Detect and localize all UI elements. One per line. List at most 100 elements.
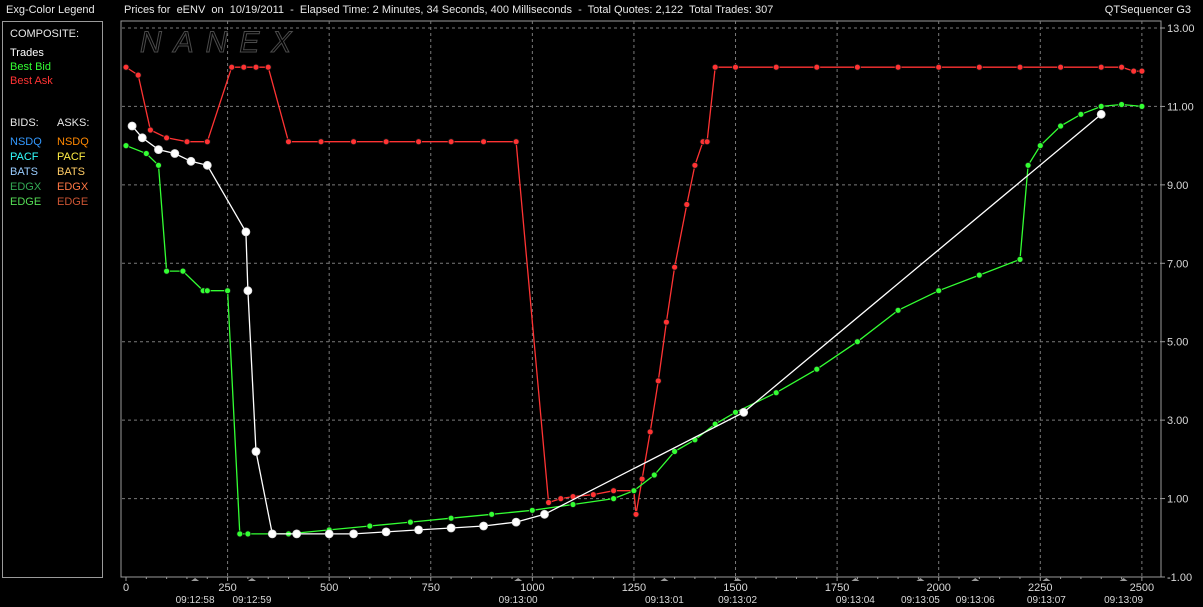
- best-bid-point: [650, 471, 658, 479]
- best-ask-point: [671, 263, 678, 271]
- trades-point: [324, 529, 334, 539]
- trades-point: [381, 527, 391, 537]
- trades-point: [540, 509, 549, 519]
- x-tick-label: 2500: [1130, 582, 1154, 594]
- best-ask-point: [447, 138, 455, 146]
- time-marker: [971, 578, 980, 581]
- trades-point: [267, 529, 277, 539]
- best-bid-point: [1057, 122, 1064, 130]
- x-tick-label: 2000: [926, 582, 950, 594]
- best-bid-point: [1016, 255, 1024, 263]
- time-marker: [247, 578, 256, 581]
- x-tick-label: 1250: [622, 582, 646, 594]
- x-tick-label: 1750: [825, 582, 849, 594]
- y-tick-label: 5.00: [1167, 337, 1188, 349]
- best-bid-point: [236, 530, 244, 538]
- best-ask-point: [610, 487, 617, 495]
- time-marker: [916, 578, 925, 581]
- x-tick-label: 500: [320, 582, 338, 594]
- trades-point: [292, 529, 302, 539]
- best-bid-point: [1138, 103, 1146, 110]
- best-ask-point: [203, 138, 211, 146]
- best-ask-point: [894, 63, 902, 71]
- best-bid-point: [732, 408, 739, 416]
- best-bid-point: [1097, 103, 1105, 110]
- time-label: 09:13:04: [836, 595, 875, 606]
- best-bid-point: [406, 518, 414, 526]
- y-tick-label: 3.00: [1167, 415, 1188, 427]
- best-bid-point: [122, 142, 130, 150]
- x-tick-label: 250: [218, 582, 236, 594]
- best-bid-point: [179, 267, 187, 275]
- best-bid-point: [155, 161, 162, 169]
- best-ask-point: [854, 63, 861, 71]
- time-marker: [1042, 578, 1051, 581]
- best-ask-point: [122, 63, 130, 71]
- best-ask-point: [183, 138, 191, 146]
- best-ask-point: [512, 138, 520, 146]
- best-ask-point: [557, 495, 565, 503]
- time-label: 09:13:06: [956, 595, 995, 606]
- best-bid-point: [203, 287, 211, 295]
- best-bid-point: [813, 365, 821, 373]
- y-tick-label: -1.00: [1167, 572, 1192, 584]
- best-bid-point: [488, 510, 496, 518]
- best-bid-point: [1118, 101, 1125, 108]
- best-ask-point: [691, 161, 699, 169]
- best-ask-point: [228, 63, 236, 71]
- best-ask-point: [252, 63, 260, 71]
- best-ask-point: [772, 63, 780, 71]
- x-tick-label: 750: [422, 582, 440, 594]
- best-ask-point: [480, 138, 488, 146]
- best-ask-point: [638, 475, 646, 483]
- time-marker: [851, 578, 860, 581]
- best-ask-point: [663, 318, 670, 326]
- trades-point: [154, 145, 163, 155]
- best-bid-point: [935, 287, 943, 295]
- best-bid-point: [244, 530, 252, 538]
- best-ask-point: [632, 510, 640, 518]
- best-ask-point: [264, 63, 272, 71]
- trades-point: [479, 521, 489, 531]
- price-chart: NANEX 13.00 11.00 9.00 7.00 5.00 3.00 1.00 -1.0…: [120, 20, 1195, 606]
- x-tick-label: 0: [123, 582, 129, 594]
- trades-line: [131, 113, 1102, 535]
- best-bid-point: [854, 338, 861, 346]
- best-ask-point: [382, 138, 390, 146]
- best-bid-point: [1024, 161, 1032, 169]
- best-ask-point: [654, 377, 662, 385]
- best-ask-point: [646, 428, 654, 436]
- best-ask-point: [732, 63, 739, 71]
- best-bid-point: [569, 501, 577, 508]
- x-tick-label: 1500: [723, 582, 747, 594]
- best-ask-point: [240, 63, 248, 71]
- best-bid-point: [975, 271, 983, 279]
- plot-area: [120, 20, 1162, 578]
- time-marker: [514, 578, 523, 581]
- best-bid-point: [447, 514, 455, 522]
- trades-point: [170, 149, 180, 158]
- best-ask-point: [1057, 63, 1064, 71]
- trades-point: [186, 156, 196, 166]
- y-tick-label: 7.00: [1167, 258, 1188, 270]
- trades-point: [243, 286, 253, 296]
- best-bid-point: [1036, 142, 1044, 150]
- best-ask-point: [1138, 67, 1146, 75]
- time-marker: [733, 578, 742, 581]
- best-ask-point: [545, 499, 552, 506]
- trades-point: [127, 121, 137, 131]
- time-label: 09:12:58: [176, 595, 215, 606]
- y-tick-label: 11.00: [1167, 101, 1194, 113]
- time-marker: [191, 578, 200, 581]
- time-label: 09:13:05: [901, 595, 940, 606]
- time-label: 09:12:59: [232, 595, 271, 606]
- best-bid-point: [366, 522, 374, 530]
- best-ask-point: [703, 138, 711, 146]
- axes: 13.00 11.00 9.00 7.00 5.00 3.00 1.00 -1.00 0 250 5…: [123, 23, 1195, 606]
- time-label: 09:13:07: [1027, 595, 1066, 606]
- trades-point: [349, 529, 359, 539]
- best-ask-point: [163, 134, 171, 142]
- best-bid-point: [610, 495, 617, 503]
- best-ask-point: [134, 71, 142, 79]
- best-ask-point: [285, 138, 292, 146]
